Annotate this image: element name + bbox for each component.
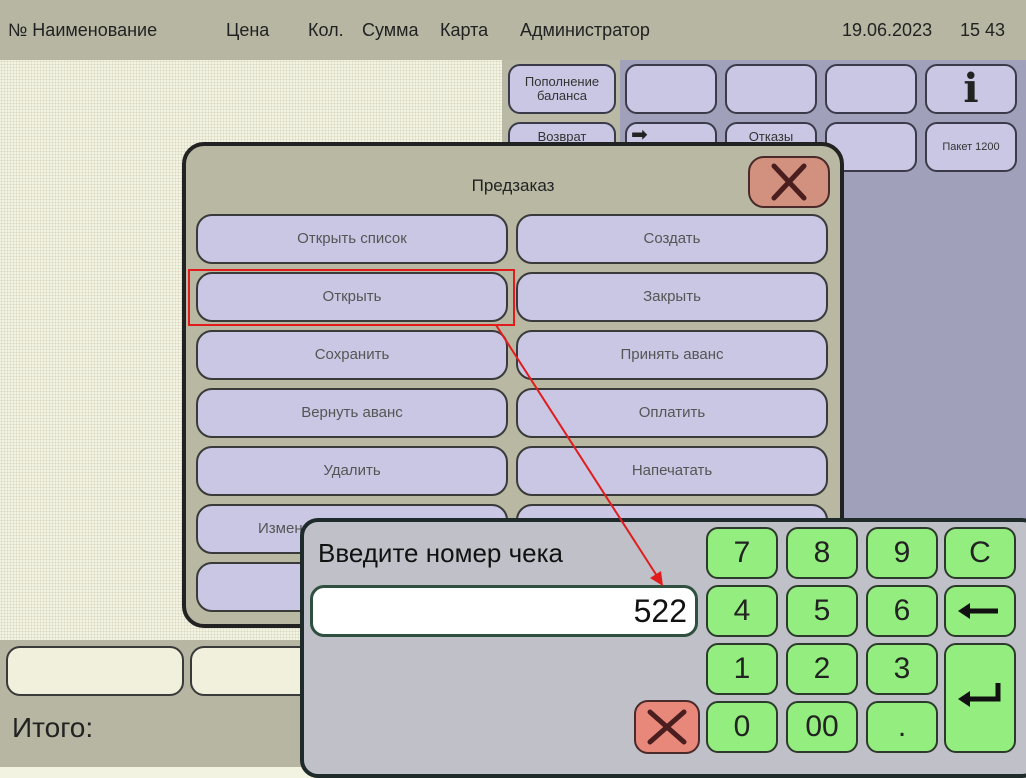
delete-button[interactable]: Удалить xyxy=(196,446,508,496)
key-0[interactable]: 0 xyxy=(706,701,778,753)
save-button[interactable]: Сохранить xyxy=(196,330,508,380)
receipt-number-input[interactable]: 522 xyxy=(310,585,698,637)
key-dot[interactable]: . xyxy=(866,701,938,753)
create-button[interactable]: Создать xyxy=(516,214,828,264)
receipt-number-prompt: Введите номер чека xyxy=(318,538,563,568)
key-enter[interactable] xyxy=(944,643,1016,753)
time-label: 15 43 xyxy=(960,20,1006,40)
total-label: Итого: xyxy=(12,712,94,743)
backspace-arrow-icon xyxy=(958,603,998,619)
enter-icon xyxy=(958,683,1001,707)
key-7[interactable]: 7 xyxy=(706,527,778,579)
close-icon xyxy=(647,709,687,745)
col-number-name: № Наименование xyxy=(8,20,158,40)
scroll-up-button[interactable] xyxy=(6,646,184,696)
receipt-cancel-button[interactable] xyxy=(634,700,700,754)
key-clear[interactable]: C xyxy=(944,527,1016,579)
package-label: Пакет 1200 xyxy=(942,140,1000,153)
col-card: Карта xyxy=(440,20,489,40)
col-qty: Кол. xyxy=(308,20,344,40)
key-backspace[interactable] xyxy=(944,585,1016,637)
key-9[interactable]: 9 xyxy=(866,527,938,579)
grid-button-1[interactable] xyxy=(625,64,717,114)
info-button[interactable]: i xyxy=(925,64,1017,114)
balance-topup-button[interactable]: Пополнение баланса xyxy=(508,64,616,114)
key-5[interactable]: 5 xyxy=(786,585,858,637)
package-button[interactable]: Пакет 1200 xyxy=(925,122,1017,172)
key-1[interactable]: 1 xyxy=(706,643,778,695)
key-00[interactable]: 00 xyxy=(786,701,858,753)
info-icon: i xyxy=(963,65,979,112)
return-advance-button[interactable]: Вернуть аванс xyxy=(196,388,508,438)
user-name: Администратор xyxy=(520,20,650,40)
balance-topup-label: Пополнение баланса xyxy=(524,73,600,103)
annotation-highlight xyxy=(188,269,515,326)
header-bar: № Наименование Цена Кол. Сумма Карта Адм… xyxy=(0,0,1026,60)
key-6[interactable]: 6 xyxy=(866,585,938,637)
key-4[interactable]: 4 xyxy=(706,585,778,637)
open-list-button[interactable]: Открыть список xyxy=(196,214,508,264)
key-2[interactable]: 2 xyxy=(786,643,858,695)
key-3[interactable]: 3 xyxy=(866,643,938,695)
grid-button-2[interactable] xyxy=(725,64,817,114)
pay-button[interactable]: Оплатить xyxy=(516,388,828,438)
close-icon xyxy=(771,163,807,201)
date-label: 19.06.2023 xyxy=(842,20,933,40)
print-button[interactable]: Напечатать xyxy=(516,446,828,496)
accept-advance-button[interactable]: Принять аванс xyxy=(516,330,828,380)
close-order-button[interactable]: Закрыть xyxy=(516,272,828,322)
grid-button-3[interactable] xyxy=(825,64,917,114)
preorder-title: Предзаказ xyxy=(471,176,555,195)
preorder-close-button[interactable] xyxy=(748,156,830,208)
col-sum: Сумма xyxy=(362,20,419,40)
col-price: Цена xyxy=(226,20,270,40)
key-8[interactable]: 8 xyxy=(786,527,858,579)
